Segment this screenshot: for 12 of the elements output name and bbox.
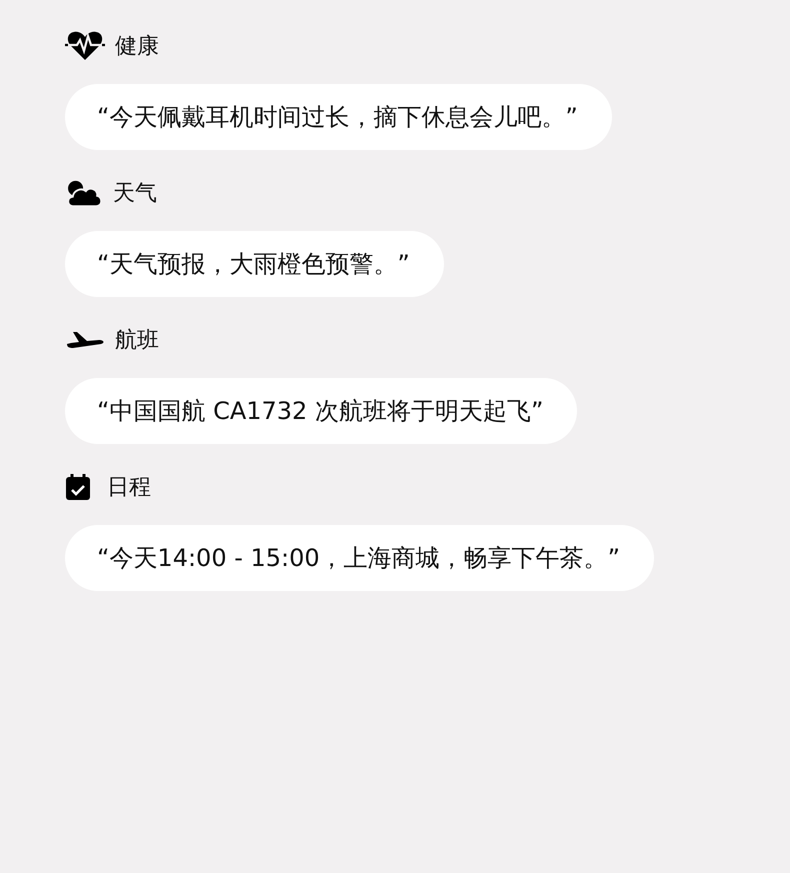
airplane-icon: [65, 330, 105, 350]
heart-pulse-icon: [65, 30, 105, 62]
section-title: 日程: [107, 474, 151, 502]
calendar-icon: [65, 473, 91, 501]
message-bubble: “天气预报，大雨橙色预警。”: [65, 231, 444, 297]
message-bubble: “中国国航 CA1732 次航班将于明天起飞”: [65, 378, 578, 444]
message-bubble: “今天14:00 - 15:00，上海商城，畅享下午茶。”: [65, 525, 654, 591]
section-title: 航班: [115, 327, 159, 355]
message-bubble: “今天佩戴耳机时间过长，摘下休息会儿吧。”: [65, 84, 612, 150]
section-title: 天气: [113, 180, 157, 208]
cloud-icon: [65, 178, 103, 208]
section-title: 健康: [115, 33, 159, 61]
